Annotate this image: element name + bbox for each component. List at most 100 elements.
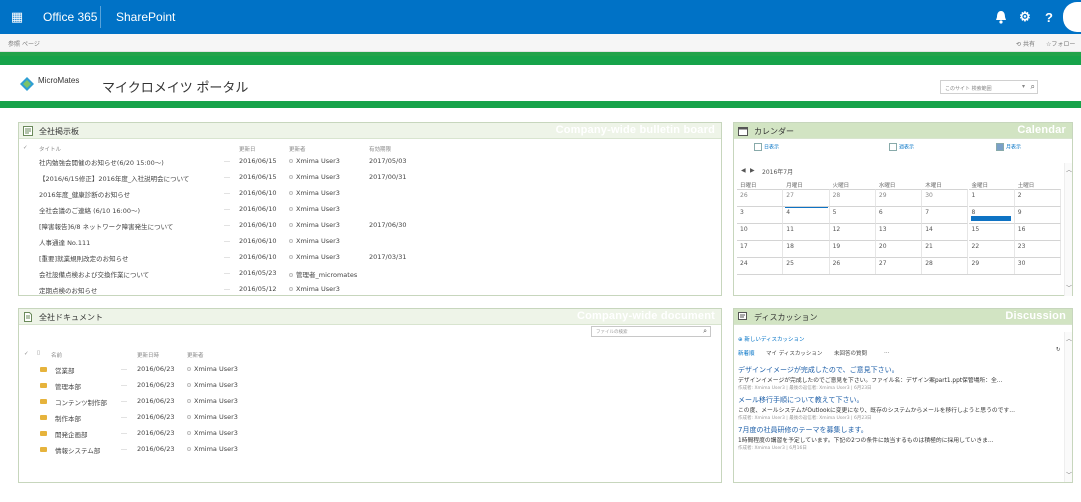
tab-unanswered[interactable]: 未回答の質問 xyxy=(834,349,867,357)
check-column-icon[interactable]: ✓ xyxy=(23,145,28,151)
user-name[interactable]: Xmima User3 xyxy=(194,445,238,453)
item-menu-ellipsis[interactable]: … xyxy=(224,189,230,196)
bulletin-item-user[interactable]: Xmima User3 xyxy=(289,205,340,213)
user-name[interactable]: Xmima User3 xyxy=(296,253,340,261)
site-search-box[interactable]: このサイト 検索範囲 ▾ ⌕ xyxy=(940,80,1038,94)
tab-latest[interactable]: 新着順 xyxy=(738,349,755,357)
bulletin-item-title[interactable]: 会社設備点検および交換作業について xyxy=(39,269,149,279)
user-name[interactable]: 管理者_micromates xyxy=(296,271,357,279)
calendar-day-cell[interactable]: 18 xyxy=(783,240,830,257)
user-name[interactable]: Xmima User3 xyxy=(194,381,238,389)
tab-more[interactable]: … xyxy=(884,349,890,355)
settings-gear-icon[interactable]: ⚙ xyxy=(1012,0,1038,34)
file-search-input[interactable]: ファイルの検索 ⌕ xyxy=(591,326,711,337)
folder-name[interactable]: 制作本部 xyxy=(55,413,81,423)
item-menu-ellipsis[interactable]: … xyxy=(224,285,230,292)
calendar-day-cell[interactable]: 30 xyxy=(922,189,969,206)
bulletin-item-user[interactable]: Xmima User3 xyxy=(289,189,340,197)
item-menu-ellipsis[interactable]: … xyxy=(224,205,230,212)
column-title[interactable]: タイトル xyxy=(39,145,61,153)
document-user[interactable]: Xmima User3 xyxy=(187,365,238,373)
calendar-day-cell[interactable]: 14 xyxy=(922,223,969,240)
item-menu-ellipsis[interactable]: … xyxy=(121,429,127,436)
bulletin-item-title[interactable]: 2016年度_健康診断のお知らせ xyxy=(39,189,130,199)
item-menu-ellipsis[interactable]: … xyxy=(224,157,230,164)
calendar-day-cell[interactable]: 12 xyxy=(829,223,876,240)
document-user[interactable]: Xmima User3 xyxy=(187,397,238,405)
bulletin-item-title[interactable]: 定期点検のお知らせ xyxy=(39,285,97,295)
calendar-day-cell[interactable]: 28 xyxy=(829,189,876,206)
item-menu-ellipsis[interactable]: … xyxy=(224,237,230,244)
item-menu-ellipsis[interactable]: … xyxy=(224,173,230,180)
calendar-day-cell[interactable]: 27 xyxy=(783,189,830,206)
help-icon[interactable]: ? xyxy=(1036,0,1062,34)
calendar-day-cell[interactable]: 13 xyxy=(875,223,923,240)
user-name[interactable]: Xmima User3 xyxy=(194,429,238,437)
calendar-day-cell[interactable]: 25 xyxy=(783,257,830,274)
bulletin-item-title[interactable]: 人事通達 No.111 xyxy=(39,237,90,247)
scroll-up-icon[interactable]: ︿ xyxy=(1066,165,1072,174)
column-modified-by[interactable]: 更新者 xyxy=(289,145,306,153)
calendar-day-cell[interactable]: 30 xyxy=(1014,257,1062,274)
column-modified[interactable]: 更新日 xyxy=(239,145,256,153)
document-user[interactable]: Xmima User3 xyxy=(187,381,238,389)
user-name[interactable]: Xmima User3 xyxy=(194,413,238,421)
user-avatar[interactable] xyxy=(1063,2,1081,32)
bulletin-item-user[interactable]: Xmima User3 xyxy=(289,285,340,293)
ribbon-tab-page[interactable]: ページ xyxy=(22,39,40,48)
folder-name[interactable]: コンテンツ制作部 xyxy=(55,397,107,407)
user-name[interactable]: Xmima User3 xyxy=(296,157,340,165)
notification-icon[interactable] xyxy=(988,0,1014,34)
new-discussion-link[interactable]: ⊕ 新しいディスカッション xyxy=(738,335,804,343)
calendar-day-cell[interactable]: 3 xyxy=(737,206,784,223)
item-menu-ellipsis[interactable]: … xyxy=(121,445,127,452)
item-menu-ellipsis[interactable]: … xyxy=(121,413,127,420)
sharepoint-link[interactable]: SharePoint xyxy=(116,10,175,24)
search-scope-dropdown-icon[interactable]: ▾ xyxy=(1022,83,1025,90)
document-user[interactable]: Xmima User3 xyxy=(187,429,238,437)
scroll-up-icon[interactable]: ︿ xyxy=(1066,334,1072,343)
search-icon[interactable]: ⌕ xyxy=(703,327,707,336)
month-view-button[interactable]: 月表示 xyxy=(996,143,1021,151)
discussion-scrollbar[interactable]: ︿ ﹀ xyxy=(1064,332,1072,482)
calendar-day-cell[interactable]: 29 xyxy=(968,257,1015,274)
user-name[interactable]: Xmima User3 xyxy=(296,189,340,197)
column-name[interactable]: 名前 xyxy=(51,351,62,359)
bulletin-title[interactable]: 全社掲示板 xyxy=(39,126,79,137)
app-launcher-icon[interactable]: ▦ xyxy=(4,4,30,30)
scroll-down-icon[interactable]: ﹀ xyxy=(1066,470,1072,479)
item-menu-ellipsis[interactable]: … xyxy=(224,221,230,228)
calendar-day-cell[interactable]: 26 xyxy=(737,189,784,206)
refresh-icon[interactable]: ↻ xyxy=(1056,347,1061,353)
calendar-day-cell[interactable]: 28 xyxy=(922,257,969,274)
column-modified[interactable]: 更新日時 xyxy=(137,351,159,359)
calendar-day-cell[interactable]: 4 xyxy=(783,206,830,223)
check-column-icon[interactable]: ✓ xyxy=(24,351,29,357)
folder-name[interactable]: 管理本部 xyxy=(55,381,81,391)
item-menu-ellipsis[interactable]: … xyxy=(121,365,127,372)
bulletin-item-title[interactable]: 【2016/6/15修正】2016年度_入社説明会について xyxy=(39,173,189,183)
calendar-title[interactable]: カレンダー xyxy=(754,126,794,137)
calendar-day-cell[interactable]: 23 xyxy=(1014,240,1062,257)
share-link[interactable]: ⟲ 共有 xyxy=(1016,39,1035,48)
calendar-day-cell[interactable]: 24 xyxy=(737,257,784,274)
calendar-day-cell[interactable]: 11 xyxy=(783,223,830,240)
calendar-day-cell[interactable]: 20 xyxy=(875,240,923,257)
logo-text[interactable]: MicroMates xyxy=(38,76,79,85)
calendar-day-cell[interactable]: 27 xyxy=(875,257,923,274)
bulletin-item-user[interactable]: Xmima User3 xyxy=(289,253,340,261)
item-menu-ellipsis[interactable]: … xyxy=(121,397,127,404)
calendar-next-icon[interactable]: ▶ xyxy=(750,167,755,174)
calendar-day-cell[interactable]: 2 xyxy=(1014,189,1062,206)
bulletin-item-user[interactable]: Xmima User3 xyxy=(289,221,340,229)
discussion-title[interactable]: ディスカッション xyxy=(754,312,817,323)
day-view-button[interactable]: 日表示 xyxy=(754,143,779,151)
calendar-day-cell[interactable]: 5 xyxy=(829,206,876,223)
column-modified-by[interactable]: 更新者 xyxy=(187,351,204,359)
ribbon-tab-browse[interactable]: 参照 xyxy=(8,39,20,48)
site-title[interactable]: マイクロメイツ ポータル xyxy=(102,77,248,96)
calendar-scrollbar[interactable]: ︿ ﹀ xyxy=(1064,163,1072,296)
column-expires[interactable]: 有効期限 xyxy=(369,145,391,153)
user-name[interactable]: Xmima User3 xyxy=(296,173,340,181)
bulletin-item-user[interactable]: Xmima User3 xyxy=(289,157,340,165)
